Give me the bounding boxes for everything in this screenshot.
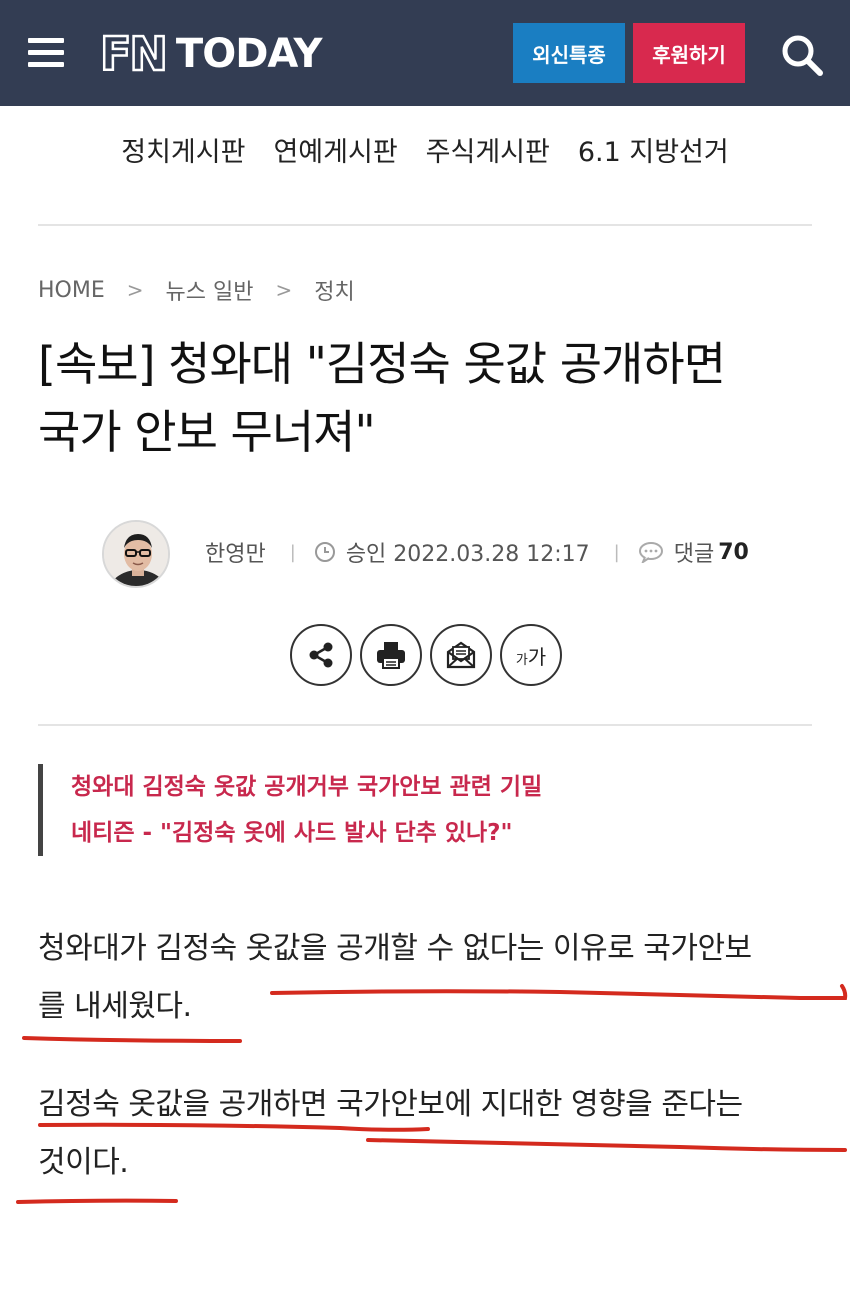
share-button[interactable]: [290, 624, 352, 686]
chevron-right-icon: >: [275, 278, 293, 302]
breadcrumb: HOME > 뉴스 일반 > 정치: [38, 274, 355, 306]
share-icon: [309, 642, 333, 668]
chevron-right-icon: >: [126, 278, 144, 302]
printer-icon: [377, 642, 405, 669]
divider: [38, 224, 812, 226]
nav-entertainment-board[interactable]: 연예게시판: [273, 130, 397, 180]
comments-label[interactable]: 댓글: [674, 536, 714, 568]
meta-separator: |: [289, 541, 296, 563]
board-nav: 정치게시판 연예게시판 주식게시판 6.1 지방선거: [0, 130, 850, 180]
nav-stock-board[interactable]: 주식게시판: [426, 130, 550, 180]
nav-politics-board[interactable]: 정치게시판: [121, 130, 245, 180]
clock-icon: [314, 542, 335, 562]
breadcrumb-home[interactable]: HOME: [38, 278, 105, 303]
search-icon[interactable]: [780, 33, 824, 77]
comment-icon: [638, 542, 663, 563]
breadcrumb-general-news[interactable]: 뉴스 일반: [166, 274, 254, 306]
article-meta: 한영만 | 승인 2022.03.28 12:17 | 댓글 70: [205, 534, 749, 570]
subhead-line-1: 청와대 김정숙 옷값 공개거부 국가안보 관련 기밀: [71, 774, 543, 800]
mail-icon: [446, 641, 476, 669]
top-header-bar: FN TODAY 외신특종 후원하기: [0, 0, 850, 106]
red-underline-5: [16, 1198, 178, 1204]
print-button[interactable]: [360, 624, 422, 686]
logo-today-text: TODAY: [175, 31, 323, 77]
paragraph-1-line-2: 를 내세웠다.: [38, 989, 192, 1024]
author-avatar: [102, 520, 170, 588]
support-button[interactable]: 후원하기: [633, 23, 745, 83]
paragraph-2-line-1: 김정숙 옷값을 공개하면 국가안보에 지대한 영향을 준다는: [38, 1087, 743, 1122]
subhead-line-2: 네티즌 - "김정숙 옷에 사드 발사 단추 있나?": [71, 820, 513, 846]
email-button[interactable]: [430, 624, 492, 686]
meta-separator: |: [613, 541, 620, 563]
foreign-exclusive-button[interactable]: 외신특종: [513, 23, 625, 83]
font-size-button[interactable]: 가가: [500, 624, 562, 686]
font-size-toggle: 가가: [515, 644, 547, 669]
nav-local-election[interactable]: 6.1 지방선거: [578, 130, 729, 180]
approved-datetime: 승인 2022.03.28 12:17: [345, 542, 590, 567]
divider: [38, 724, 812, 726]
article-paragraph-1: 청와대가 김정숙 옷값을 공개할 수 없다는 이유로 국가안보 를 내세웠다.: [38, 920, 828, 1036]
paragraph-2-line-2: 것이다.: [38, 1145, 129, 1180]
author-name[interactable]: 한영만: [205, 536, 266, 568]
paragraph-1-line-1: 청와대가 김정숙 옷값을 공개할 수 없다는 이유로 국가안보: [38, 931, 752, 966]
article-headline: [속보] 청와대 "김정숙 옷값 공개하면 국가 안보 무너져": [38, 330, 828, 466]
comments-count[interactable]: 70: [718, 540, 749, 565]
article-subheading: 청와대 김정숙 옷값 공개거부 국가안보 관련 기밀 네티즌 - "김정숙 옷에…: [38, 764, 542, 856]
headline-line-1: [속보] 청와대 "김정숙 옷값 공개하면: [38, 337, 726, 391]
menu-icon[interactable]: [28, 38, 64, 68]
article-paragraph-2: 김정숙 옷값을 공개하면 국가안보에 지대한 영향을 준다는 것이다.: [38, 1076, 828, 1192]
logo-fn-text: FN: [99, 26, 169, 83]
breadcrumb-politics[interactable]: 정치: [314, 274, 354, 306]
red-underline-2: [22, 1036, 242, 1043]
site-logo[interactable]: FN TODAY: [99, 26, 323, 83]
headline-line-2: 국가 안보 무너져": [38, 405, 376, 459]
article-tools: 가가: [290, 624, 562, 686]
